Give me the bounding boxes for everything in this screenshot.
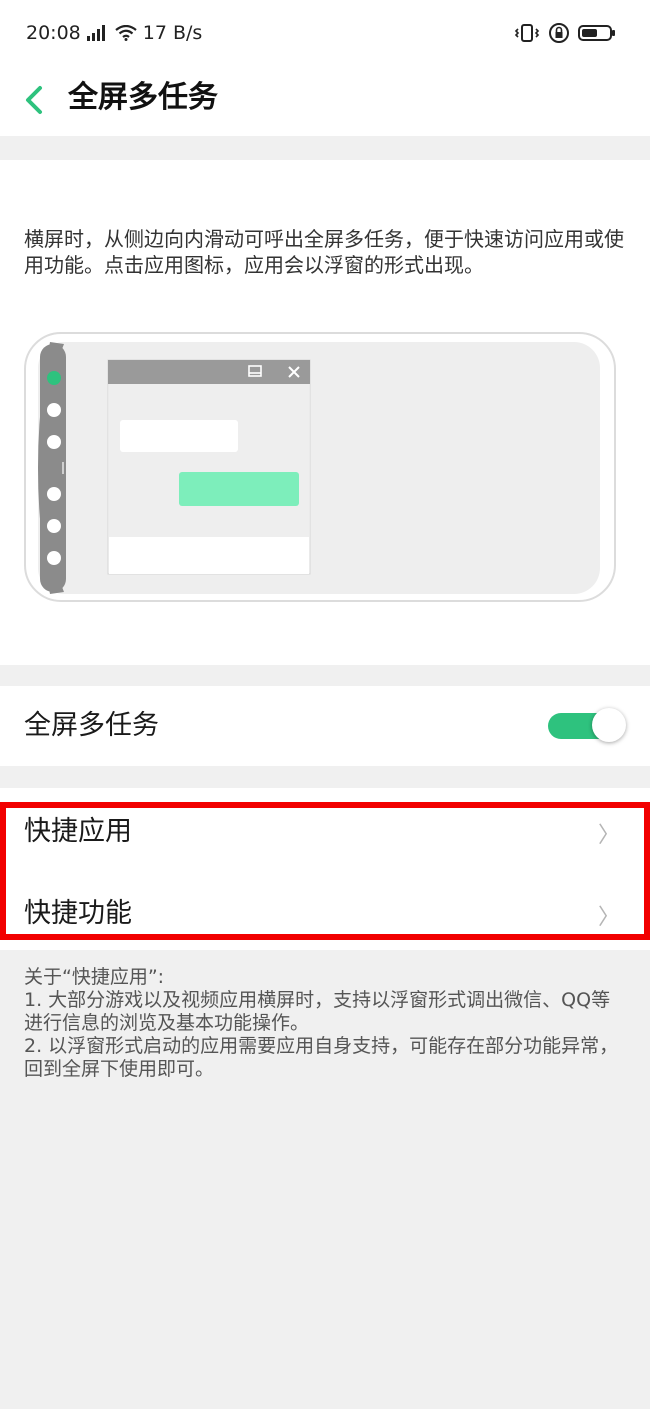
status-right: [514, 22, 616, 44]
notes-heading: 关于“快捷应用”:: [24, 966, 165, 988]
floating-window-content: [109, 384, 309, 537]
quick-apps-label: 快捷应用: [24, 816, 132, 847]
floating-window-input: [109, 537, 309, 574]
status-left: 20:08 17 B/s: [26, 22, 202, 44]
list-item-quick-functions[interactable]: 快捷功能 〉: [0, 874, 650, 954]
notes-section: 关于“快捷应用”: 1. 大部分游戏以及视频应用横屏时，支持以浮窗形式调出微信、…: [24, 966, 624, 1081]
app-dot: [47, 435, 61, 449]
back-button[interactable]: [16, 78, 52, 122]
tool-dot: [47, 519, 61, 533]
notes-item-1: 1. 大部分游戏以及视频应用横屏时，支持以浮窗形式调出微信、QQ等进行信息的浏览…: [24, 989, 611, 1034]
battery-icon: [578, 25, 615, 41]
page-title: 全屏多任务: [68, 80, 218, 115]
quick-functions-label: 快捷功能: [24, 898, 132, 929]
fullscreen-multitask-toggle[interactable]: [548, 708, 626, 742]
quick-list-card: 快捷应用 〉 快捷功能 〉: [0, 788, 650, 950]
signal-icon: [86, 25, 105, 41]
floating-window-titlebar: [108, 360, 310, 384]
vibrate-icon: [514, 24, 540, 42]
tool-dot: [47, 487, 61, 501]
fullscreen-multitask-label: 全屏多任务: [24, 710, 159, 741]
multitask-illustration: [24, 332, 616, 602]
intro-card: 横屏时，从侧边向内滑动可呼出全屏多任务，便于快速访问应用或使用功能。点击应用图标…: [0, 160, 650, 665]
app-dot-active: [47, 371, 61, 385]
list-item-quick-apps[interactable]: 快捷应用 〉: [0, 794, 650, 874]
chat-bubble-right: [179, 472, 299, 506]
chat-bubble-left: [120, 420, 238, 452]
fullscreen-multitask-row[interactable]: 全屏多任务: [0, 686, 650, 766]
lock-rotation-icon: [549, 23, 569, 43]
side-handle: [62, 462, 64, 474]
status-time: 20:08: [26, 22, 81, 44]
wifi-icon: [115, 25, 137, 41]
status-bar: 20:08 17 B/s: [0, 0, 650, 72]
app-dot: [47, 403, 61, 417]
net-speed: 17 B/s: [142, 22, 203, 44]
chevron-right-icon: 〉: [597, 905, 620, 930]
chevron-right-icon: 〉: [597, 823, 620, 848]
nav-bar: 全屏多任务: [0, 72, 650, 136]
notes-item-2: 2. 以浮窗形式启动的应用需要应用自身支持，可能存在部分功能异常，回到全屏下使用…: [24, 1035, 619, 1080]
chevron-left-icon: [26, 86, 42, 114]
tool-dot: [47, 551, 61, 565]
toggle-knob: [592, 708, 626, 742]
intro-description: 横屏时，从侧边向内滑动可呼出全屏多任务，便于快速访问应用或使用功能。点击应用图标…: [24, 227, 624, 277]
